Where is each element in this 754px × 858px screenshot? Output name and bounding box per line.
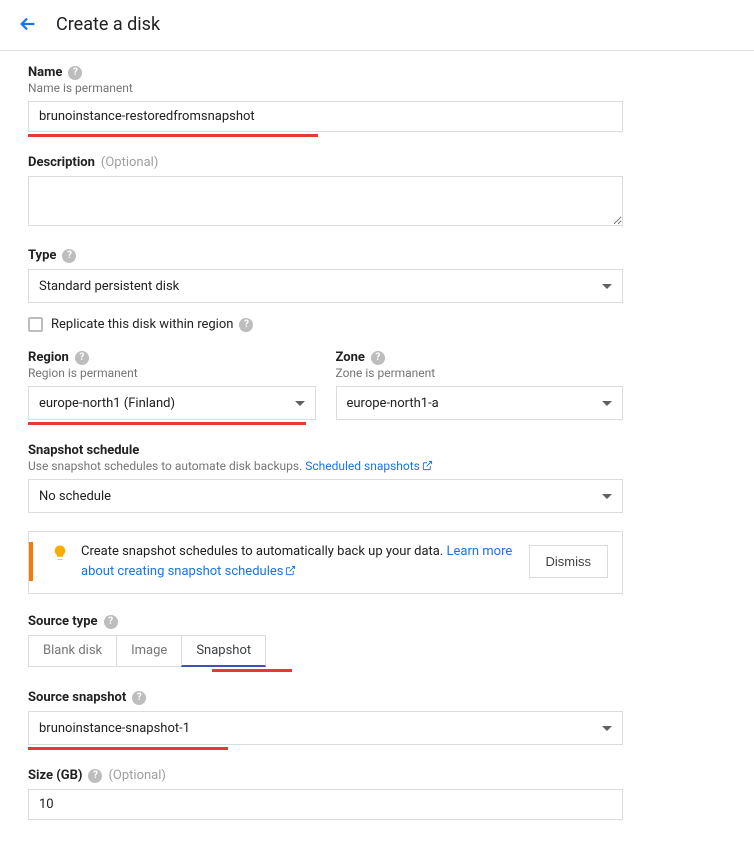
tab-image[interactable]: Image [116, 635, 182, 667]
info-banner-text: Create snapshot schedules to automatical… [81, 542, 517, 581]
chevron-down-icon [602, 401, 612, 406]
info-stripe [29, 542, 33, 581]
region-hint: Region is permanent [28, 366, 316, 380]
help-icon[interactable]: ? [371, 351, 385, 365]
type-label: Type ? [28, 248, 672, 263]
source-snapshot-select[interactable]: brunoinstance-snapshot-1 [28, 711, 623, 745]
annotation-underline [212, 669, 292, 672]
chevron-down-icon [295, 401, 305, 406]
source-type-label: Source type ? [28, 614, 672, 629]
chevron-down-icon [602, 726, 612, 731]
help-icon[interactable]: ? [62, 249, 76, 263]
zone-label: Zone ? [336, 350, 624, 365]
replicate-label: Replicate this disk within region ? [51, 317, 253, 332]
snapshot-schedule-hint: Use snapshot schedules to automate disk … [28, 459, 672, 473]
scheduled-snapshots-link[interactable]: Scheduled snapshots [305, 459, 433, 473]
tab-blank-disk[interactable]: Blank disk [28, 635, 117, 667]
replicate-checkbox[interactable] [28, 317, 43, 332]
source-type-tabs: Blank disk Image Snapshot [28, 635, 672, 667]
help-icon[interactable]: ? [132, 691, 146, 705]
back-arrow-icon[interactable] [10, 12, 46, 36]
help-icon[interactable]: ? [104, 615, 118, 629]
help-icon[interactable]: ? [75, 351, 89, 365]
region-label: Region ? [28, 350, 316, 365]
help-icon[interactable]: ? [68, 66, 82, 80]
description-textarea[interactable] [28, 176, 623, 226]
dismiss-button[interactable]: Dismiss [529, 545, 609, 578]
name-label: Name ? [28, 65, 672, 80]
lightbulb-icon [51, 544, 69, 562]
annotation-underline [28, 747, 228, 750]
size-label: Size (GB) ? (Optional) [28, 768, 672, 783]
region-select[interactable]: europe-north1 (Finland) [28, 386, 316, 420]
name-input[interactable] [28, 101, 623, 132]
external-link-icon [422, 460, 433, 471]
size-input[interactable] [28, 789, 623, 820]
description-label: Description (Optional) [28, 155, 672, 170]
chevron-down-icon [602, 494, 612, 499]
annotation-underline [28, 422, 306, 425]
external-link-icon [285, 565, 296, 576]
chevron-down-icon [602, 284, 612, 289]
snapshot-schedule-select[interactable]: No schedule [28, 479, 623, 513]
tab-snapshot[interactable]: Snapshot [181, 635, 266, 667]
annotation-underline [28, 134, 318, 137]
help-icon[interactable]: ? [239, 318, 253, 332]
snapshot-schedule-label: Snapshot schedule [28, 443, 672, 458]
type-select[interactable]: Standard persistent disk [28, 269, 623, 303]
zone-hint: Zone is permanent [336, 366, 624, 380]
zone-select[interactable]: europe-north1-a [336, 386, 624, 420]
name-hint: Name is permanent [28, 81, 672, 95]
page-title: Create a disk [56, 14, 160, 35]
help-icon[interactable]: ? [88, 769, 102, 783]
source-snapshot-label: Source snapshot ? [28, 690, 672, 705]
info-banner: Create snapshot schedules to automatical… [28, 531, 623, 594]
